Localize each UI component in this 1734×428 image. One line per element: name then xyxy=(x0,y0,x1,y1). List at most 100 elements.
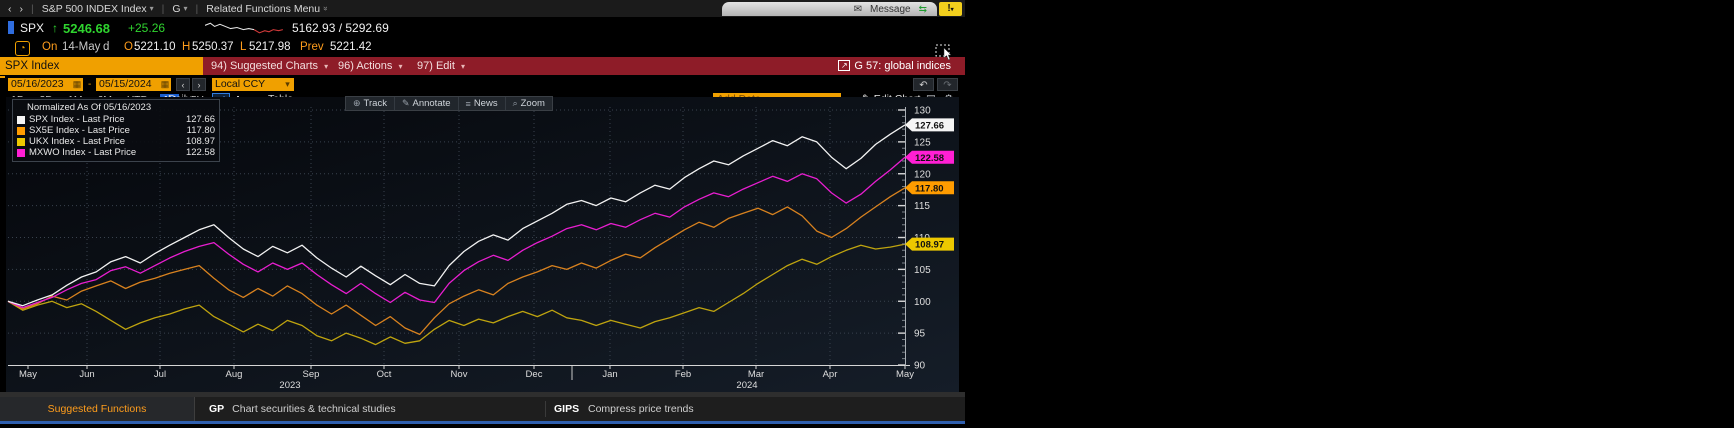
back-icon[interactable]: ‹ xyxy=(8,3,12,15)
suggested-functions-bar: Suggested Functions GP Chart securities … xyxy=(0,397,965,421)
next-range-button[interactable]: › xyxy=(192,78,206,91)
track-button[interactable]: ⊕ Track xyxy=(346,97,395,110)
x-axis-label: Sep xyxy=(303,369,320,380)
edit-chart-button[interactable]: ✎ Edit Chart xyxy=(862,93,920,106)
y-axis-label: 100 xyxy=(914,297,931,308)
share-icon: ⇆ xyxy=(918,3,927,15)
date-to-input[interactable]: 05/15/2024 xyxy=(96,78,164,91)
x-axis-label: May xyxy=(896,369,914,380)
undo-button[interactable]: ↶ xyxy=(913,78,934,91)
x-axis-label: Nov xyxy=(451,369,468,380)
y-axis-label: 125 xyxy=(914,137,931,148)
x-axis-label: Dec xyxy=(526,369,543,380)
zoom-button[interactable]: ⌕ Zoom xyxy=(506,97,552,110)
chevron-down-icon: ▾ xyxy=(460,62,465,71)
y-axis-label: 90 xyxy=(914,361,926,372)
y-axis-label: 120 xyxy=(914,169,931,180)
legend-item[interactable]: MXWO Index - Last Price 122.58 xyxy=(17,147,215,158)
shortcut-desc-gp[interactable]: Chart securities & technical studies xyxy=(232,403,395,415)
last-price-badge-value: 127.66 xyxy=(915,120,944,131)
x-axis-label: May xyxy=(19,369,37,380)
chart-options-icon[interactable]: ▤ xyxy=(926,93,936,106)
redo-button[interactable]: ↷ xyxy=(937,78,958,91)
news-button[interactable]: ≡ News xyxy=(459,97,506,110)
legend-item[interactable]: SX5E Index - Last Price 117.80 xyxy=(17,125,215,136)
shortcut-desc-gips[interactable]: Compress price trends xyxy=(588,403,694,415)
series-line-SX5E xyxy=(7,187,906,336)
open-value: 5221.10 xyxy=(134,41,176,53)
g-menu[interactable]: G xyxy=(172,3,180,15)
legend-swatch xyxy=(17,148,25,157)
legend-label: SX5E Index - Last Price xyxy=(29,125,130,136)
annotate-icon: ✎ xyxy=(401,98,410,108)
security-title-menu[interactable]: S&P 500 INDEX Index xyxy=(42,3,147,15)
forward-icon[interactable]: › xyxy=(20,3,24,15)
legend-swatch xyxy=(17,115,25,124)
high-value: 5250.37 xyxy=(192,41,234,53)
y-axis-label: 130 xyxy=(914,106,931,117)
year-label: 2024 xyxy=(736,380,757,391)
last-price-badge xyxy=(905,118,954,132)
divider: | xyxy=(195,2,199,15)
legend-swatch xyxy=(17,126,25,135)
divider xyxy=(545,401,546,417)
prev-value: 5221.42 xyxy=(330,41,372,53)
legend-value: 108.97 xyxy=(185,136,215,147)
chevron-down-icon: ▾ xyxy=(324,62,329,71)
double-chevron-down-icon: « xyxy=(320,6,330,11)
series-line-UKX xyxy=(7,243,906,346)
terminal-window: ‹ › | S&P 500 INDEX Index ▾ | G ▾ | Rela… xyxy=(0,0,965,428)
y-axis-label: 115 xyxy=(914,201,930,212)
d-label: d xyxy=(103,41,110,53)
legend-value: 117.80 xyxy=(186,125,215,136)
gauge-icon: ◔ xyxy=(15,41,30,56)
legend-rows: SPX Index - Last Price 127.66 SX5E Index -… xyxy=(17,114,215,158)
annotate-button[interactable]: ✎ Annotate xyxy=(395,97,459,110)
x-axis-label: Mar xyxy=(748,369,764,380)
divider: | xyxy=(31,2,34,15)
table-button[interactable]: Table xyxy=(268,93,293,105)
up-arrow-icon: ↑ xyxy=(52,21,58,35)
shortcut-code-gp[interactable]: GP xyxy=(209,403,224,415)
background-window-titlebar[interactable]: ✉ Message ⇆ xyxy=(722,2,937,16)
last-price-badge-value: 122.58 xyxy=(915,153,944,164)
chevron-down-icon: ▾ xyxy=(246,95,251,105)
legend-swatch xyxy=(17,137,25,146)
currency-caret[interactable]: ▾ xyxy=(281,78,294,91)
suggested-charts-menu[interactable]: 94) Suggested Charts ▾ xyxy=(211,57,328,75)
gear-icon[interactable]: ⚙ xyxy=(944,93,953,106)
related-functions-menu[interactable]: Related Functions Menu xyxy=(206,3,320,15)
legend-item[interactable]: SPX Index - Last Price 127.66 xyxy=(17,114,215,125)
last-price-badge xyxy=(905,181,954,195)
y-axis-label: 110 xyxy=(914,233,930,244)
prev-range-button[interactable]: ‹ xyxy=(176,78,190,91)
shortcut-code-gips[interactable]: GIPS xyxy=(554,403,579,415)
calendar-icon[interactable]: ▦ xyxy=(159,78,171,91)
security-input[interactable]: SPX Index xyxy=(0,57,203,75)
add-data-input[interactable]: Add Data xyxy=(713,93,841,106)
currency-select[interactable]: Local CCY xyxy=(212,78,282,91)
message-label[interactable]: Message xyxy=(870,4,911,15)
date-from-input[interactable]: 05/16/2023 xyxy=(8,78,76,91)
high-label: H xyxy=(182,41,191,53)
actions-menu[interactable]: 96) Actions ▾ xyxy=(338,57,403,75)
edit-menu[interactable]: 97) Edit ▾ xyxy=(417,57,465,75)
bar-chart-style-icon[interactable]: ▾ xyxy=(233,94,250,106)
track-icon: ⊕ xyxy=(353,98,361,108)
low-label: L xyxy=(240,41,247,53)
function-bar: SPX Index 94) Suggested Charts ▾ 96) Act… xyxy=(0,57,965,75)
divider: | xyxy=(161,2,165,15)
session-date: 14-May xyxy=(62,41,101,53)
collapse-panel-icon[interactable]: « xyxy=(845,93,851,106)
alert-button[interactable]: !▾ xyxy=(939,2,962,16)
calendar-icon[interactable]: ▦ xyxy=(71,78,83,91)
grab-screen-icon[interactable] xyxy=(935,44,955,61)
year-label: 2023 xyxy=(279,380,300,391)
chevron-down-icon: ▾ xyxy=(398,62,403,71)
legend-item[interactable]: UKX Index - Last Price 108.97 xyxy=(17,136,215,147)
ticker: SPX xyxy=(20,21,45,35)
x-axis-label: Oct xyxy=(377,369,392,380)
legend-label: MXWO Index - Last Price xyxy=(29,147,137,158)
x-axis-label: Feb xyxy=(675,369,691,380)
pencil-icon: ✎ xyxy=(862,93,871,105)
